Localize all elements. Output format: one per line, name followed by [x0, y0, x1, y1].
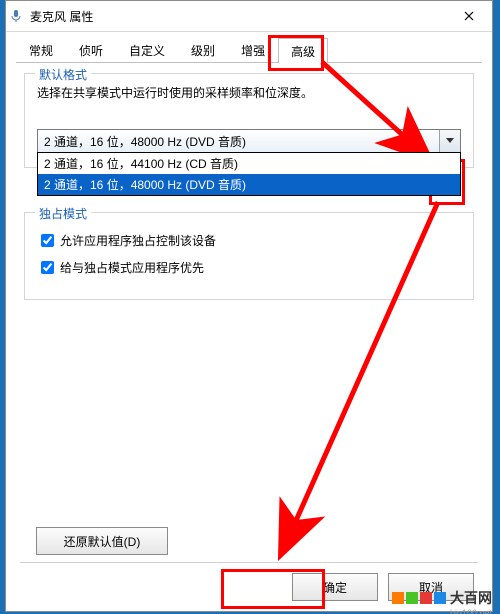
fieldset-exclusive: 独占模式 允许应用程序独占控制该设备 给与独占模式应用程序优先: [24, 212, 474, 300]
close-icon: [464, 11, 474, 21]
tab-strip: 常规 侦听 自定义 级别 增强 高级: [16, 38, 482, 63]
chevron-down-icon: [446, 138, 454, 144]
checkbox-allow-control-input[interactable]: [41, 234, 54, 247]
checkbox-priority-input[interactable]: [41, 261, 54, 274]
checkbox-allow-control-label: 允许应用程序独占控制该设备: [60, 232, 216, 249]
checkbox-allow-control[interactable]: 允许应用程序独占控制该设备: [37, 231, 461, 250]
checkbox-priority[interactable]: 给与独占模式应用程序优先: [37, 258, 461, 277]
format-combobox[interactable]: 2 通道，16 位，48000 Hz (DVD 音质): [37, 129, 461, 153]
tab-listen[interactable]: 侦听: [66, 37, 116, 62]
watermark-text: 大百网: [450, 588, 492, 608]
watermark: 大百网 big100.net: [392, 588, 492, 608]
format-dropdown: 2 通道，16 位，44100 Hz (CD 音质) 2 通道，16 位，480…: [37, 152, 461, 196]
tab-enhance[interactable]: 增强: [228, 37, 278, 62]
legend-default-format: 默认格式: [35, 66, 91, 83]
separator: [20, 562, 478, 563]
tab-advanced[interactable]: 高级: [278, 38, 328, 63]
tab-custom[interactable]: 自定义: [116, 37, 178, 62]
format-option[interactable]: 2 通道，16 位，44100 Hz (CD 音质): [38, 153, 460, 174]
restore-defaults-button[interactable]: 还原默认值(D): [36, 527, 168, 555]
legend-exclusive: 独占模式: [35, 205, 91, 222]
close-button[interactable]: [446, 1, 492, 31]
titlebar: 麦克风 属性: [6, 1, 492, 32]
default-format-desc: 选择在共享模式中运行时使用的采样频率和位深度。: [37, 84, 461, 101]
checkbox-priority-label: 给与独占模式应用程序优先: [60, 259, 204, 276]
format-option[interactable]: 2 通道，16 位，48000 Hz (DVD 音质): [38, 174, 460, 195]
watermark-logo: [392, 592, 446, 604]
ok-button[interactable]: 确定: [292, 573, 378, 601]
tab-levels[interactable]: 级别: [178, 37, 228, 62]
tab-general[interactable]: 常规: [16, 37, 66, 62]
properties-dialog: 麦克风 属性 常规 侦听 自定义 级别 增强 高级 默认格式 选择在共享模式中运…: [5, 0, 493, 612]
combobox-arrow[interactable]: [439, 130, 460, 152]
window-title: 麦克风 属性: [26, 8, 446, 25]
watermark-url: big100.net: [450, 608, 492, 614]
fieldset-default-format: 默认格式 选择在共享模式中运行时使用的采样频率和位深度。 2 通道，16 位，4…: [24, 73, 474, 168]
format-selected-value: 2 通道，16 位，48000 Hz (DVD 音质): [38, 133, 439, 150]
microphone-icon: [6, 9, 26, 23]
